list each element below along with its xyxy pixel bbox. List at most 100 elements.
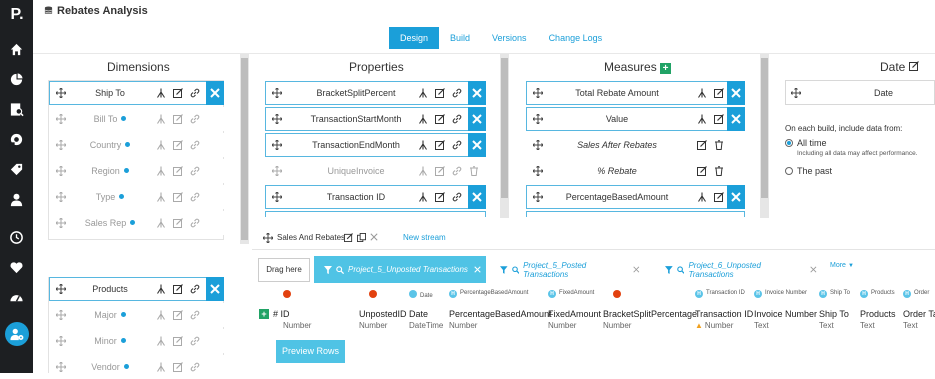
edit-icon[interactable] <box>173 336 183 346</box>
drag-here-dropzone[interactable]: Drag here <box>258 258 310 282</box>
drag-handle-icon[interactable] <box>791 88 801 98</box>
drag-handle-icon[interactable] <box>272 140 282 150</box>
link-icon[interactable] <box>190 310 200 320</box>
drag-handle-icon[interactable] <box>533 166 543 176</box>
add-column-icon[interactable]: + <box>259 309 269 319</box>
edit-icon[interactable] <box>435 114 445 124</box>
drag-handle-icon[interactable] <box>533 140 543 150</box>
remove-button[interactable] <box>468 133 486 157</box>
hierarchy-icon[interactable] <box>156 88 166 98</box>
all-time-radio[interactable] <box>785 139 793 147</box>
measures-scrollbar[interactable] <box>760 54 769 218</box>
hierarchy-icon[interactable] <box>156 336 166 346</box>
dimension-field-bill-to[interactable]: Bill To <box>49 107 224 131</box>
hierarchy-icon[interactable] <box>418 88 428 98</box>
close-icon[interactable] <box>810 266 817 273</box>
preview-rows-button[interactable]: Preview Rows <box>276 340 345 363</box>
drag-handle-icon[interactable] <box>56 192 66 202</box>
app-logo[interactable]: P. <box>6 5 28 25</box>
user-icon[interactable] <box>9 192 24 207</box>
link-icon[interactable] <box>190 114 200 124</box>
link-icon[interactable] <box>190 192 200 202</box>
drag-handle-icon[interactable] <box>56 310 66 320</box>
link-icon[interactable] <box>452 166 462 176</box>
dimension-field-products[interactable]: Products <box>49 277 224 301</box>
drag-handle-icon[interactable] <box>56 362 66 372</box>
dimension-field-vendor[interactable]: Vendor <box>49 355 224 379</box>
hierarchy-icon[interactable] <box>156 192 166 202</box>
drag-handle-icon[interactable] <box>263 233 273 243</box>
hierarchy-icon[interactable] <box>156 310 166 320</box>
remove-button[interactable] <box>468 81 486 105</box>
the-past-label[interactable]: The past <box>797 166 832 176</box>
link-icon[interactable] <box>190 218 200 228</box>
link-icon[interactable] <box>452 88 462 98</box>
drag-handle-icon[interactable] <box>56 166 66 176</box>
dimension-field-region[interactable]: Region <box>49 159 224 183</box>
measure-field-partial[interactable] <box>526 211 745 217</box>
property-field-bracketsplitpercent[interactable]: BracketSplitPercent <box>265 81 486 105</box>
property-field-transactionendmonth[interactable]: TransactionEndMonth <box>265 133 486 157</box>
dimension-field-ship-to[interactable]: Ship To <box>49 81 224 105</box>
remove-button[interactable] <box>206 81 224 105</box>
add-measure-icon[interactable]: + <box>660 63 672 74</box>
drag-handle-icon[interactable] <box>56 218 66 228</box>
delete-icon[interactable] <box>469 166 479 176</box>
property-field-transaction-id[interactable]: Transaction ID <box>265 185 486 209</box>
drag-handle-icon[interactable] <box>272 88 282 98</box>
link-icon[interactable] <box>190 140 200 150</box>
drag-handle-icon[interactable] <box>533 88 543 98</box>
analytics-icon[interactable] <box>9 132 24 147</box>
dashboard-pie-icon[interactable] <box>9 72 24 87</box>
new-stream-link[interactable]: New stream <box>403 233 446 242</box>
drag-handle-icon[interactable] <box>56 114 66 124</box>
hierarchy-icon[interactable] <box>156 284 166 294</box>
property-field-uniqueinvoice[interactable]: UniqueInvoice <box>265 159 486 183</box>
hierarchy-icon[interactable] <box>156 218 166 228</box>
edit-icon[interactable] <box>173 114 183 124</box>
dimensions-scrollbar[interactable] <box>240 54 249 244</box>
drag-handle-icon[interactable] <box>533 192 543 202</box>
tab-design[interactable]: Design <box>389 27 440 49</box>
edit-icon[interactable] <box>697 140 707 150</box>
stream-tab-sales-and-rebates[interactable]: Sales And Rebates <box>277 233 345 242</box>
hierarchy-icon[interactable] <box>156 166 166 176</box>
drag-handle-icon[interactable] <box>56 336 66 346</box>
report-search-icon[interactable] <box>9 102 24 117</box>
drag-handle-icon[interactable] <box>272 114 282 124</box>
link-icon[interactable] <box>452 192 462 202</box>
property-field-partial[interactable] <box>265 211 486 217</box>
edit-icon[interactable] <box>344 233 353 242</box>
property-field-transactionstartmonth[interactable]: TransactionStartMonth <box>265 107 486 131</box>
edit-icon[interactable] <box>173 362 183 372</box>
edit-icon[interactable] <box>435 166 445 176</box>
measure-field-rebate[interactable]: % Rebate <box>526 159 745 183</box>
edit-icon[interactable] <box>435 140 445 150</box>
filter-chip-project-6-unposted[interactable]: Project_6_Unposted Transactions <box>665 256 817 283</box>
edit-icon[interactable] <box>173 166 183 176</box>
link-icon[interactable] <box>452 114 462 124</box>
measure-field-value[interactable]: Value <box>526 107 745 131</box>
hierarchy-icon[interactable] <box>418 140 428 150</box>
remove-button[interactable] <box>468 185 486 209</box>
tab-change-logs[interactable]: Change Logs <box>538 27 614 49</box>
link-icon[interactable] <box>190 362 200 372</box>
measure-field-percentagebasedamount[interactable]: PercentageBasedAmount <box>526 185 745 209</box>
hierarchy-icon[interactable] <box>156 114 166 124</box>
the-past-radio[interactable] <box>785 167 793 175</box>
hierarchy-icon[interactable] <box>418 192 428 202</box>
properties-scrollbar[interactable] <box>500 54 509 218</box>
heart-icon[interactable] <box>9 260 24 275</box>
remove-button[interactable] <box>727 81 745 105</box>
tab-versions[interactable]: Versions <box>481 27 538 49</box>
edit-icon[interactable] <box>908 61 919 71</box>
drag-handle-icon[interactable] <box>56 140 66 150</box>
history-icon[interactable] <box>9 230 24 245</box>
filter-chip-project-5-unposted[interactable]: Project_5_Unposted Transactions <box>314 256 486 283</box>
drag-handle-icon[interactable] <box>533 114 543 124</box>
drag-handle-icon[interactable] <box>272 192 282 202</box>
link-icon[interactable] <box>190 284 200 294</box>
copy-icon[interactable] <box>357 233 366 242</box>
more-filters-dropdown[interactable]: More ▼ <box>830 252 870 279</box>
all-time-label[interactable]: All time <box>797 138 827 148</box>
